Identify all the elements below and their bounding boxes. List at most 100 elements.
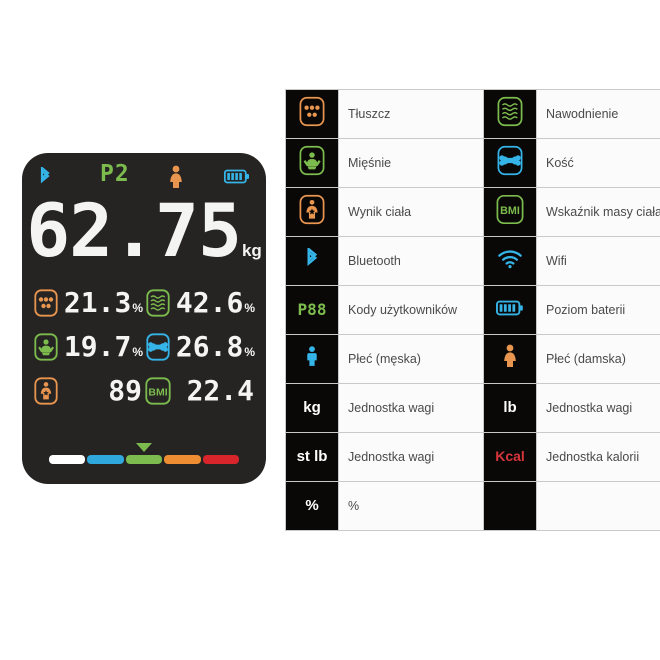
legend-label-cell: Nawodnienie [536,89,660,139]
female-icon [168,165,184,191]
legend-label: Płeć (męska) [348,352,421,366]
legend-icon-cell-unit-percent-icon: % [285,481,339,531]
weight-value: 62.75 [26,189,242,274]
male-icon [305,344,319,370]
legend-label: Płeć (damska) [546,352,626,366]
legend-table-body: Tłuszcz Nawodnienie Mięśnie Kość Wynik ciała… [285,89,660,531]
muscle-value: 19.7% [63,330,143,363]
body-score-value: 89 [108,374,142,407]
legend-row: st lb Jednostka wagi Kcal Jednostka kalorii [285,432,660,482]
bone-value: 26.8% [175,330,255,363]
legend-row: Bluetooth Wifi [285,236,660,286]
legend-icon-cell-battery-icon [483,285,537,335]
unit-kcal-icon: Kcal [495,448,525,464]
bluetooth-icon [304,247,320,270]
legend-icon-cell-male-icon [285,334,339,384]
legend-icon-cell-user-code-icon: P88 [285,285,339,335]
bluetooth-icon [38,167,52,187]
legend-label: Jednostka wagi [348,401,435,415]
battery-icon [496,300,524,316]
legend-label-cell: Bluetooth [338,236,484,286]
body-score-icon [299,194,325,225]
rating-bar-segments [49,455,240,464]
legend-icon-cell-unit-kg-icon: kg [285,383,339,433]
main-weight-readout: 62.75kg [22,195,266,268]
legend-label-cell: Poziom baterii [536,285,660,335]
smart-scale-display: P2 62.75kg 21.3% 42.6% 19.7% 26.8% 89 BM… [22,153,266,484]
legend-label: Kość [546,156,574,170]
muscle-icon [32,331,60,363]
legend-label-cell: Jednostka kalorii [536,432,660,482]
legend-label-cell: Tłuszcz [338,89,484,139]
legend-label-cell: Wynik ciała [338,187,484,237]
body-fat-value: 21.3% [63,286,143,319]
rating-pointer-icon [136,443,152,452]
legend-label: Bluetooth [348,254,401,268]
body-fat-icon [299,96,325,127]
body-score-icon [32,375,60,407]
unit-lb-icon: lb [503,399,517,416]
user-code-value: P2 [100,161,130,187]
female-icon [502,344,518,370]
rating-bar [49,438,240,464]
unit-stlb-icon: st lb [296,448,328,465]
metric-row: 19.7% 26.8% [32,325,256,369]
legend-label: Jednostka wagi [546,401,633,415]
legend-label: Wynik ciała [348,205,412,219]
legend-icon-cell-hydration-icon [483,89,537,139]
legend-row: kg Jednostka wagi lb Jednostka wagi [285,383,660,433]
battery-full-icon [224,169,250,184]
unit-percent-icon: % [305,497,319,514]
legend-label-cell: Jednostka wagi [536,383,660,433]
metric-hydration: 42.6% [144,287,256,319]
legend-row: P88 Kody użytkowników Poziom baterii [285,285,660,335]
metric-row: 21.3% 42.6% [32,281,256,325]
legend-icon-cell-unit-lb-icon: lb [483,383,537,433]
legend-label-cell: Kość [536,138,660,188]
legend-icon-cell-unit-stlb-icon: st lb [285,432,339,482]
legend-icon-cell-bluetooth-icon [285,236,339,286]
legend-label-cell: Płeć (męska) [338,334,484,384]
rating-bar-segment [125,455,163,464]
hydration-value: 42.6% [175,286,255,319]
metric-body-fat: 21.3% [32,287,144,319]
svg-text:BMI: BMI [148,386,167,398]
legend-table: Tłuszcz Nawodnienie Mięśnie Kość Wynik ciała… [285,89,660,531]
legend-label-cell [536,481,660,531]
legend-label: Tłuszcz [348,107,391,121]
legend-label: Wskaźnik masy ciała [546,205,660,219]
bmi-icon: BMI [496,194,524,225]
legend-icon-cell-empty [483,481,537,531]
legend-label: Jednostka wagi [348,450,435,464]
legend-row: Tłuszcz Nawodnienie [285,89,660,139]
legend-label-cell: Kody użytkowników [338,285,484,335]
bmi-icon: BMI [144,375,172,407]
legend-icon-cell-body-score-icon [285,187,339,237]
legend-row: Płeć (męska) Płeć (damska) [285,334,660,384]
legend-label-cell: % [338,481,484,531]
hydration-icon [144,287,172,319]
metrics-grid: 21.3% 42.6% 19.7% 26.8% 89 BMI 22.4 [32,281,256,413]
bmi-value: 22.4 [186,374,254,407]
legend-icon-cell-female-icon [483,334,537,384]
user-code-icon: P88 [297,300,327,319]
legend-label: % [348,499,360,513]
legend-label: Mięśnie [348,156,392,170]
legend-label: Wifi [546,254,567,268]
rating-bar-segment [202,455,240,464]
rating-bar-segment [87,455,124,464]
weight-unit: kg [241,241,262,260]
legend-icon-cell-muscle-icon [285,138,339,188]
legend-icon-cell-unit-kcal-icon: Kcal [483,432,537,482]
legend-label: Nawodnienie [546,107,619,121]
bone-icon [144,331,172,363]
legend-row: Wynik ciała BMI Wskaźnik masy ciała [285,187,660,237]
rating-bar-segment [49,455,86,464]
legend-label: Kody użytkowników [348,303,458,317]
legend-row: Mięśnie Kość [285,138,660,188]
metric-muscle: 19.7% [32,331,144,363]
metric-bone: 26.8% [144,331,256,363]
legend-icon-cell-body-fat-icon [285,89,339,139]
legend-label-cell: Mięśnie [338,138,484,188]
legend-icon-cell-bmi-icon: BMI [483,187,537,237]
